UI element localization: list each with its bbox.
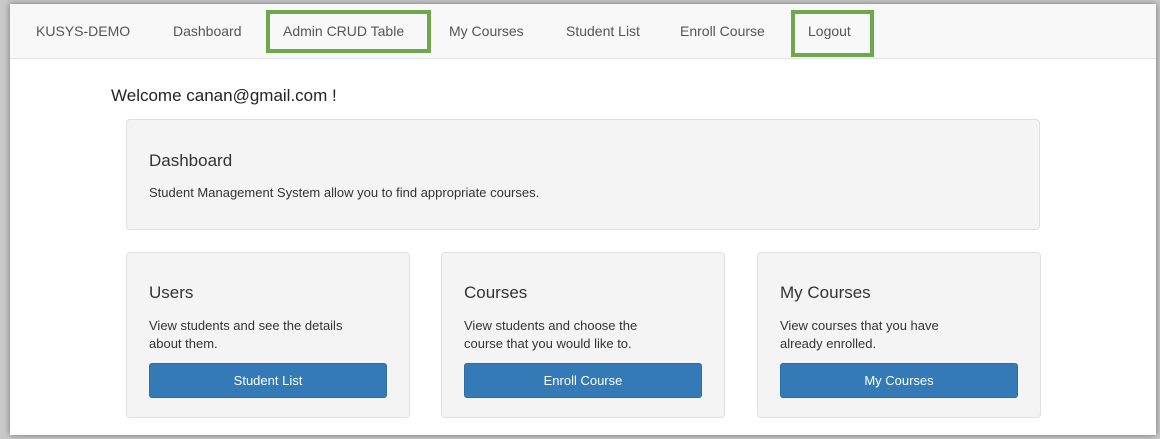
nav-dashboard[interactable]: Dashboard <box>173 4 242 58</box>
my-courses-button[interactable]: My Courses <box>780 363 1018 398</box>
dashboard-description: Student Management System allow you to f… <box>149 185 540 200</box>
my-courses-card: My Courses View courses that you have al… <box>757 252 1041 418</box>
enroll-course-button[interactable]: Enroll Course <box>464 363 702 398</box>
my-courses-card-title: My Courses <box>780 283 871 302</box>
nav-my-courses[interactable]: My Courses <box>449 4 524 58</box>
courses-card-title: Courses <box>464 283 528 302</box>
courses-card-text: View students and choose the course that… <box>464 318 638 351</box>
nav-enroll-course[interactable]: Enroll Course <box>680 4 765 58</box>
nav-admin-crud-table[interactable]: Admin CRUD Table <box>283 4 404 58</box>
users-card-text: View students and see the details about … <box>149 318 343 351</box>
brand-link[interactable]: KUSYS-DEMO <box>36 4 130 58</box>
my-courses-card-text: View courses that you have already enrol… <box>780 318 939 351</box>
courses-card: Courses View students and choose the cou… <box>441 252 725 418</box>
navbar: KUSYS-DEMO Dashboard Admin CRUD Table My… <box>10 4 1156 59</box>
welcome-message: Welcome canan@gmail.com ! <box>111 86 337 105</box>
users-card-title: Users <box>149 283 194 302</box>
nav-logout[interactable]: Logout <box>808 4 851 58</box>
nav-student-list[interactable]: Student List <box>566 4 640 58</box>
dashboard-panel: Dashboard Student Management System allo… <box>126 119 1040 230</box>
users-card: Users View students and see the details … <box>126 252 410 418</box>
student-list-button[interactable]: Student List <box>149 363 387 398</box>
dashboard-title: Dashboard <box>149 151 233 170</box>
browser-page: KUSYS-DEMO Dashboard Admin CRUD Table My… <box>10 4 1156 435</box>
